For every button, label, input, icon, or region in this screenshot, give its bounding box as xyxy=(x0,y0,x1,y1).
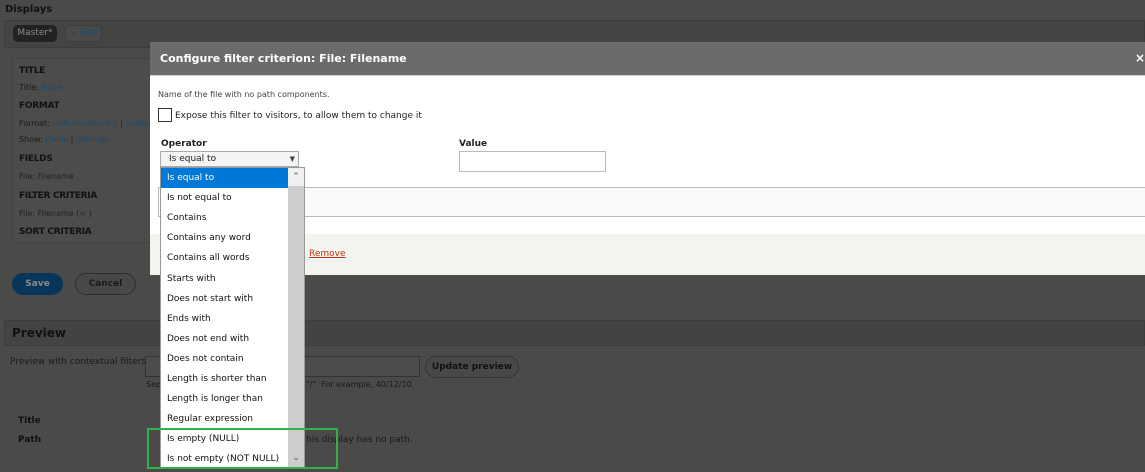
master-display-tab[interactable]: Master* xyxy=(13,25,57,42)
scroll-up-icon[interactable]: ⌃ xyxy=(288,168,304,186)
operator-dropdown-list[interactable]: Is equal to Is not equal to Contains Contai… xyxy=(160,167,305,468)
format-heading: FORMAT xyxy=(19,101,60,111)
filter-description: Name of the file with no path components… xyxy=(158,90,330,99)
update-preview-button[interactable]: Update preview xyxy=(425,356,519,378)
operator-label: Operator xyxy=(161,139,207,149)
operator-option[interactable]: Regular expression xyxy=(161,409,289,429)
title-link[interactable]: None xyxy=(41,83,62,92)
show-settings-link[interactable]: Settings xyxy=(76,135,109,144)
close-icon[interactable]: × xyxy=(1135,51,1145,65)
show-label: Show: xyxy=(19,135,43,144)
dialog-title: Configure filter criterion: File: Filena… xyxy=(160,52,407,65)
help-text-end: "/". For example, 40/12/10. xyxy=(306,380,415,389)
preview-path-label: Path xyxy=(18,435,42,445)
dropdown-arrow-icon: ▼ xyxy=(289,155,295,163)
cancel-button[interactable]: Cancel xyxy=(75,273,136,295)
format-link[interactable]: Unformatted list xyxy=(52,119,117,128)
filter-heading: FILTER CRITERIA xyxy=(19,191,98,201)
fields-heading: FIELDS xyxy=(19,154,53,164)
operator-select[interactable]: Is equal to ▼ xyxy=(160,151,299,167)
save-button[interactable]: Save xyxy=(12,273,63,295)
operator-option[interactable]: Length is longer than xyxy=(161,389,289,409)
operator-option[interactable]: Contains any word xyxy=(161,228,289,248)
value-input[interactable] xyxy=(459,151,606,172)
operator-option[interactable]: Does not start with xyxy=(161,289,289,309)
settings-box xyxy=(158,187,1145,217)
field-item[interactable]: File: Filename xyxy=(19,172,74,181)
operator-option[interactable]: Contains xyxy=(161,208,289,228)
expose-checkbox[interactable] xyxy=(158,108,172,122)
operator-selected-value: Is equal to xyxy=(169,154,217,164)
operator-option[interactable]: Ends with xyxy=(161,309,289,329)
dropdown-scrollbar[interactable]: ⌃ ⌄ xyxy=(288,168,304,467)
sort-heading: SORT CRITERIA xyxy=(19,227,92,237)
operator-option[interactable]: Contains all words xyxy=(161,248,289,268)
title-label: Title: xyxy=(19,83,39,92)
add-display-button[interactable]: + Add xyxy=(65,25,102,42)
annotation-highlight-box xyxy=(147,428,338,469)
displays-heading: Displays xyxy=(5,4,53,15)
title-heading: TITLE xyxy=(19,66,46,76)
operator-option[interactable]: Does not end with xyxy=(161,329,289,349)
operator-option[interactable]: Is equal to xyxy=(161,168,289,188)
operator-option[interactable]: Is not equal to xyxy=(161,188,289,208)
contextual-filters-label: Preview with contextual filters: xyxy=(10,357,150,367)
preview-title-label: Title xyxy=(18,416,41,426)
value-label: Value xyxy=(459,139,488,149)
show-link[interactable]: Fields xyxy=(45,135,68,144)
operator-option[interactable]: Length is shorter than xyxy=(161,369,289,389)
format-label: Format: xyxy=(19,119,50,128)
operator-option[interactable]: Does not contain xyxy=(161,349,289,369)
help-text-start: Sep xyxy=(146,380,162,389)
expose-label: Expose this filter to visitors, to allow… xyxy=(175,111,422,121)
remove-link[interactable]: Remove xyxy=(309,249,346,259)
filter-item[interactable]: File: Filename (= ) xyxy=(19,209,92,218)
operator-option[interactable]: Starts with xyxy=(161,269,289,289)
